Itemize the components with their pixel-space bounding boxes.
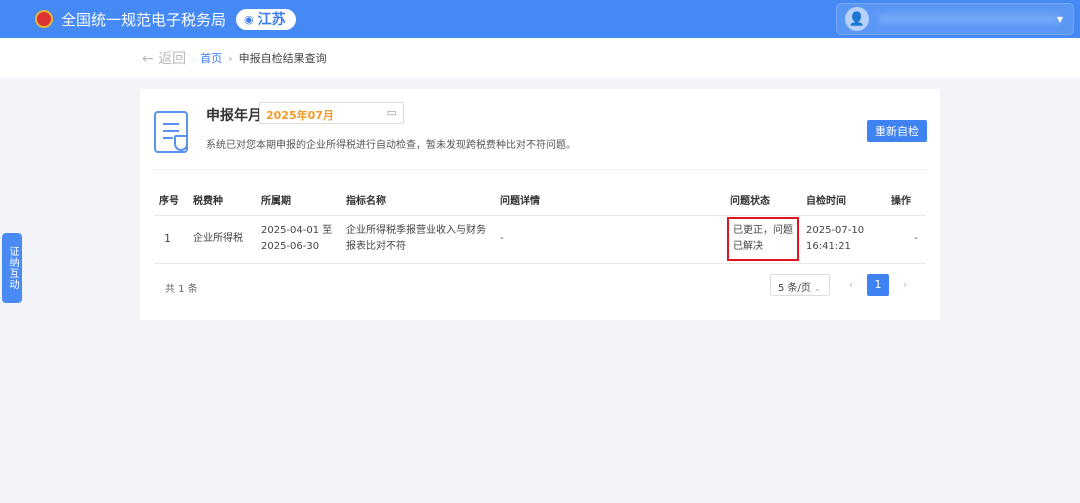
interaction-side-tab[interactable]: 证纳互动 <box>2 233 22 303</box>
calendar-icon: ▭ <box>386 106 397 119</box>
chevron-down-icon: ⌄ <box>814 284 821 293</box>
top-bar: 全国统一规范电子税务局 ◉ 江苏 👤 ▼ <box>0 0 1080 38</box>
cell-period: 2025-04-01 至 2025-06-30 <box>256 215 341 264</box>
col-status: 问题状态 <box>725 185 801 216</box>
caret-down-icon: ▼ <box>1056 14 1063 24</box>
col-period: 所属期 <box>256 185 341 216</box>
cell-status: 已更正，问题已解决 <box>725 215 801 264</box>
user-name-blurred <box>879 14 1059 24</box>
cell-indicator: 企业所得税季报营业收入与财务报表比对不符 <box>341 215 495 264</box>
prev-page-button[interactable]: ‹ <box>840 274 862 296</box>
province-label: 江苏 <box>257 12 286 28</box>
cell-tax: 企业所得税 <box>188 215 256 264</box>
cell-detail: - <box>495 215 725 264</box>
cell-no: 1 <box>154 215 188 264</box>
breadcrumb-separator: › <box>228 52 233 65</box>
cell-action: - <box>886 215 926 264</box>
site-title: 全国统一规范电子税务局 <box>61 10 227 29</box>
col-detail: 问题详情 <box>495 185 725 216</box>
filing-month-picker[interactable]: 2025年07月 ▭ <box>259 102 404 124</box>
col-time: 自检时间 <box>801 185 886 216</box>
time-date: 2025-07-10 <box>806 225 865 236</box>
time-clock: 16:41:21 <box>806 241 851 252</box>
breadcrumb-home[interactable]: 首页 <box>200 52 222 65</box>
col-indicator: 指标名称 <box>341 185 495 216</box>
breadcrumb: 首页 › 申报自检结果查询 <box>200 50 326 66</box>
filing-month-label: 申报年月 <box>206 108 262 124</box>
avatar-icon: 👤 <box>845 7 869 31</box>
result-card: 申报年月 2025年07月 ▭ 系统已对您本期申报的企业所得税进行自动检查，暂未发… <box>140 89 940 320</box>
page-size-select[interactable]: 5 条/页 ⌄ <box>770 274 830 296</box>
table-row: 1 企业所得税 2025-04-01 至 2025-06-30 企业所得税季报营业… <box>154 215 926 264</box>
sub-nav: ← 返回 首页 › 申报自检结果查询 <box>0 38 1080 78</box>
col-tax: 税费种 <box>188 185 256 216</box>
page-size-value: 5 条/页 <box>778 283 811 294</box>
back-label: 返回 <box>158 51 187 67</box>
divider <box>154 169 926 170</box>
location-pin-icon: ◉ <box>244 12 254 26</box>
cell-time: 2025-07-10 16:41:21 <box>801 215 886 264</box>
filing-month-value: 2025年07月 <box>266 109 334 122</box>
breadcrumb-current: 申报自检结果查询 <box>238 52 327 65</box>
recheck-button[interactable]: 重新自检 <box>867 120 927 142</box>
check-description: 系统已对您本期申报的企业所得税进行自动检查，暂未发现跨税费种比对不符问题。 <box>206 140 576 151</box>
tax-emblem-logo <box>33 5 55 33</box>
col-no: 序号 <box>154 185 188 216</box>
province-selector[interactable]: ◉ 江苏 <box>236 8 296 30</box>
next-page-button[interactable]: › <box>894 274 916 296</box>
total-count: 共 1 条 <box>165 284 198 295</box>
result-table: 序号 税费种 所属期 指标名称 问题详情 问题状态 自检时间 操作 1 企业所得… <box>154 185 926 264</box>
period-end: 2025-06-30 <box>261 241 320 252</box>
clipboard-shield-icon <box>154 111 188 153</box>
col-action: 操作 <box>886 185 926 216</box>
back-button[interactable]: ← 返回 <box>142 48 186 68</box>
page-1-button[interactable]: 1 <box>867 274 889 296</box>
user-menu[interactable]: 👤 ▼ <box>836 3 1074 35</box>
period-start: 2025-04-01 至 <box>261 225 333 236</box>
